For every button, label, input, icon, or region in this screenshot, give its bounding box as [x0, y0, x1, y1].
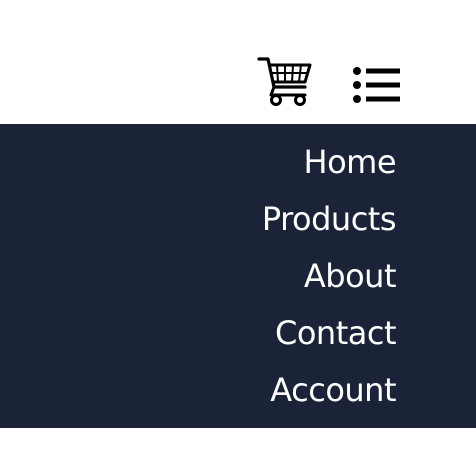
list-menu-icon: [353, 67, 400, 103]
cart-button[interactable]: [256, 54, 314, 108]
nav-item-about[interactable]: About: [304, 256, 397, 296]
page-background: [0, 428, 476, 450]
menu-button[interactable]: [352, 66, 402, 106]
nav-item-products[interactable]: Products: [262, 199, 397, 239]
page: Home Products About Contact Account: [0, 0, 476, 450]
shopping-cart-icon: [257, 57, 312, 106]
navigation-menu: Home Products About Contact Account: [0, 124, 476, 428]
nav-item-home[interactable]: Home: [304, 142, 397, 182]
site-header: [0, 0, 476, 124]
nav-item-contact[interactable]: Contact: [275, 313, 397, 353]
nav-item-account[interactable]: Account: [270, 370, 396, 410]
